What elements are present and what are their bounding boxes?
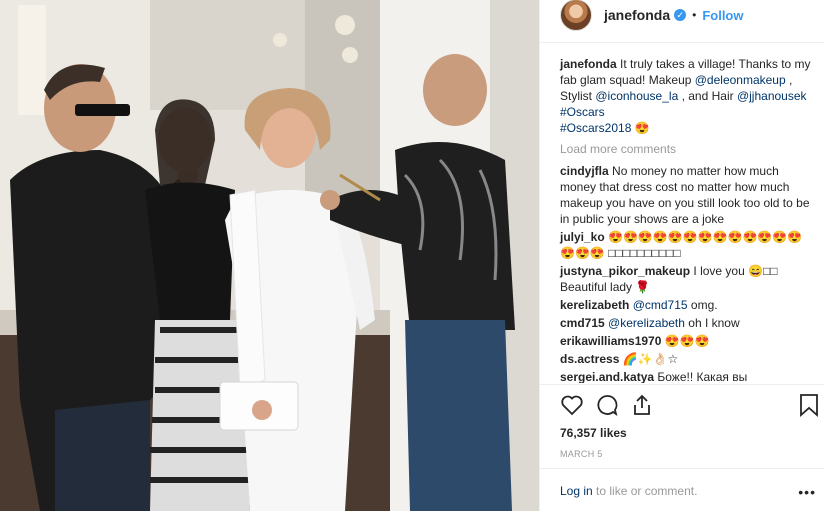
mention-link[interactable]: @deleonmakeup [695, 73, 786, 87]
hashtag-link[interactable]: #Oscars2018 [560, 121, 631, 135]
comment-username[interactable]: justyna_pikor_makeup [560, 264, 690, 278]
avatar[interactable] [560, 0, 592, 31]
comment: cindyjfla No money no matter how much mo… [560, 163, 814, 227]
login-link[interactable]: Log in [560, 484, 593, 498]
comment: ds.actress 🌈✨👌🏻☆ [560, 351, 814, 367]
caption-username[interactable]: janefonda [560, 57, 617, 71]
verified-badge-icon: ✓ [674, 9, 687, 21]
login-prompt: Log in to like or comment. [560, 484, 697, 498]
comment: justyna_pikor_makeup I love you 😄□□ Beau… [560, 263, 814, 295]
comment-text: 🌈✨👌🏻☆ [619, 352, 679, 366]
more-options-icon[interactable]: ••• [798, 484, 816, 500]
comment-text: omg. [687, 298, 718, 312]
comment: julyi_ko 😍😍😍😍😍😍😍😍😍😍😍😍😍😍😍😍 □□□□□□□□□□ [560, 229, 814, 261]
share-icon[interactable] [630, 393, 654, 417]
mention-link[interactable]: @jjhanousek [737, 89, 807, 103]
comment-username[interactable]: cindyjfla [560, 164, 609, 178]
post-header: janefonda ✓ • Follow [540, 0, 824, 31]
mention-link[interactable]: @kerelizabeth [605, 316, 685, 330]
comment-username[interactable]: erikawilliams1970 [560, 334, 661, 348]
comment-username[interactable]: cmd715 [560, 316, 605, 330]
mention-link[interactable]: @iconhouse_la [595, 89, 678, 103]
comments-list: janefonda It truly takes a village! Than… [560, 56, 814, 385]
instagram-post: janefonda ✓ • Follow janefonda It truly … [0, 0, 824, 511]
caption: janefonda It truly takes a village! Than… [560, 56, 814, 136]
hashtag-link[interactable]: #Oscars [560, 105, 605, 119]
photo-illustration [0, 0, 539, 511]
caption-emoji: 😍 [631, 121, 650, 135]
username-link[interactable]: janefonda [604, 7, 670, 23]
mention-link[interactable]: @cmd715 [629, 298, 688, 312]
footer-divider [540, 468, 824, 469]
header-divider [540, 42, 824, 43]
likes-count[interactable]: 76,357 likes [560, 426, 627, 440]
comment: sergei.and.katya Боже!! Какая вы красива… [560, 369, 814, 383]
post-date[interactable]: MARCH 5 [560, 449, 603, 459]
comment-text: oh I know [684, 316, 740, 330]
post-sidebar: janefonda ✓ • Follow janefonda It truly … [539, 0, 824, 511]
comment: kerelizabeth @cmd715 omg. [560, 297, 814, 313]
comment-username[interactable]: ds.actress [560, 352, 619, 366]
separator-dot: • [692, 8, 697, 22]
login-prompt-text: to like or comment. [592, 484, 698, 498]
action-bar [560, 393, 820, 419]
load-more-comments-button[interactable]: Load more comments [560, 141, 814, 157]
comment-icon[interactable] [595, 393, 619, 417]
comment-username[interactable]: kerelizabeth [560, 298, 629, 312]
comment-username[interactable]: sergei.and.katya [560, 370, 654, 383]
comment-username[interactable]: julyi_ko [560, 230, 605, 244]
comment: erikawilliams1970 😍😍😍 [560, 333, 814, 349]
follow-button[interactable]: Follow [702, 8, 743, 23]
actions-divider [540, 384, 824, 385]
comment-text: 😍😍😍 [661, 334, 710, 348]
heart-icon[interactable] [560, 393, 584, 417]
bookmark-icon[interactable] [798, 393, 820, 417]
post-photo[interactable] [0, 0, 539, 511]
caption-text: , and Hair [678, 89, 737, 103]
comment: cmd715 @kerelizabeth oh I know [560, 315, 814, 331]
